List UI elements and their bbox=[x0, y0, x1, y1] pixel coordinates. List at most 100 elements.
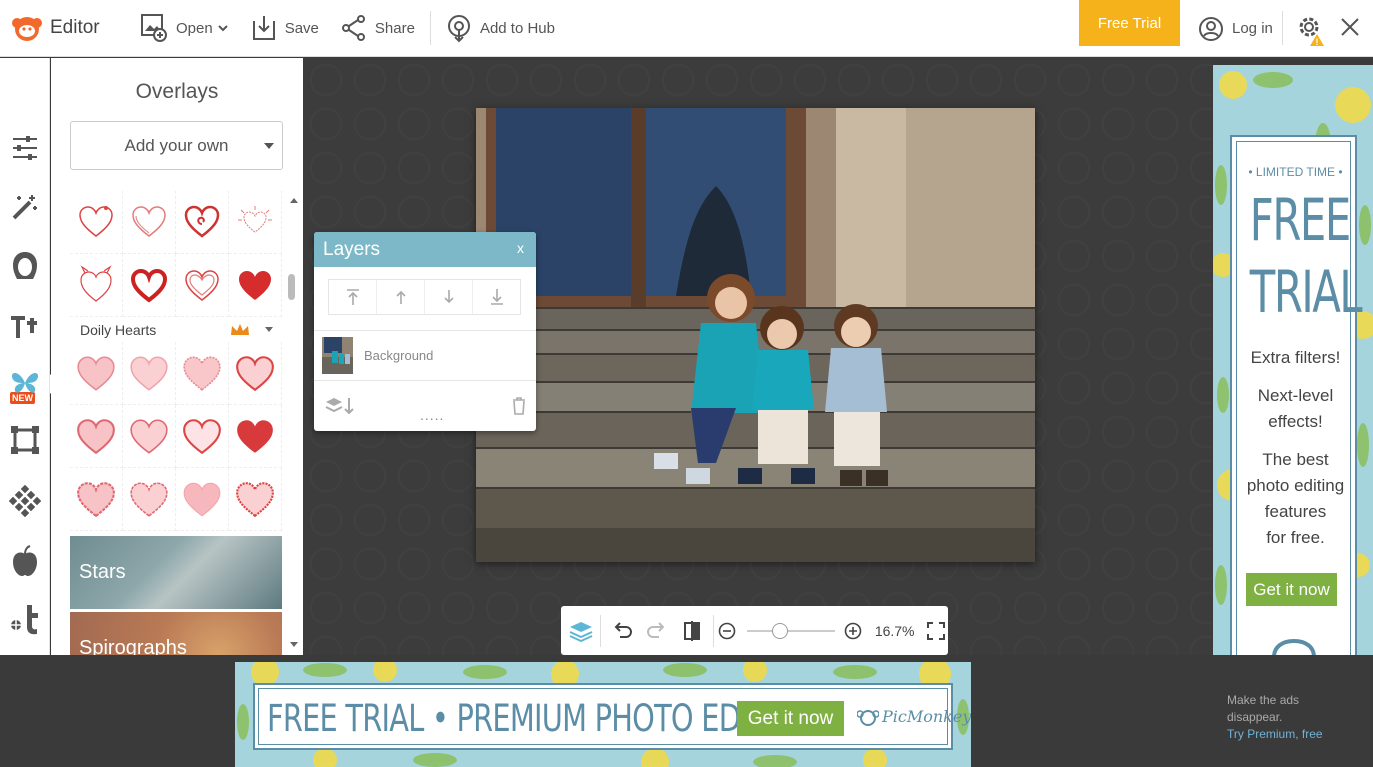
heart-double-outline-icon bbox=[185, 270, 219, 301]
overlay-item[interactable] bbox=[229, 468, 282, 531]
fullscreen-icon bbox=[927, 621, 946, 640]
canvas-photo[interactable] bbox=[476, 108, 1035, 562]
doily-heart-icon bbox=[183, 419, 221, 455]
rail-item-text[interactable] bbox=[8, 310, 42, 344]
bottom-ad-get-it-now-button[interactable]: Get it now bbox=[737, 701, 844, 736]
category-tile-label: Stars bbox=[79, 561, 126, 583]
overlay-item[interactable] bbox=[176, 342, 229, 405]
overlay-item[interactable] bbox=[123, 191, 176, 254]
overlay-item[interactable] bbox=[176, 254, 229, 317]
overlay-item[interactable] bbox=[70, 254, 123, 317]
bring-forward-button[interactable] bbox=[377, 280, 425, 314]
layers-drag-handle[interactable]: ..... bbox=[420, 407, 444, 423]
overlay-item[interactable] bbox=[123, 468, 176, 531]
right-ad-banner[interactable]: • LIMITED TIME • FREE TRIAL Extra filter… bbox=[1213, 65, 1373, 655]
open-button[interactable]: Open bbox=[129, 0, 240, 57]
add-to-hub-button[interactable]: Add to Hub bbox=[435, 0, 566, 57]
category-tile-stars[interactable]: Stars bbox=[70, 536, 282, 609]
login-button[interactable]: Log in bbox=[1198, 0, 1273, 57]
overlay-item[interactable] bbox=[123, 342, 176, 405]
share-button[interactable]: Share bbox=[330, 0, 426, 57]
arrow-up-icon bbox=[395, 290, 406, 304]
overlay-item[interactable] bbox=[176, 468, 229, 531]
photo-image bbox=[476, 108, 1035, 562]
heart-bold-outline-icon bbox=[130, 268, 168, 303]
heart-outline-icon bbox=[132, 206, 166, 237]
overlay-item[interactable] bbox=[229, 342, 282, 405]
layers-close-button[interactable]: x bbox=[517, 240, 524, 256]
send-backward-button[interactable] bbox=[425, 280, 473, 314]
rail-item-frames[interactable] bbox=[8, 423, 42, 457]
zoom-slider-knob[interactable] bbox=[772, 622, 789, 639]
overlay-item[interactable] bbox=[70, 191, 123, 254]
zoom-out-button[interactable] bbox=[714, 606, 741, 655]
close-icon[interactable] bbox=[1339, 15, 1361, 39]
layers-header[interactable]: Layers x bbox=[314, 232, 536, 267]
overlays-scrollbar[interactable] bbox=[284, 190, 298, 654]
user-icon bbox=[1199, 16, 1223, 41]
svg-text:!: ! bbox=[1316, 37, 1319, 46]
rail-item-themes[interactable] bbox=[8, 544, 42, 578]
category-row-doily-hearts[interactable]: Doily Hearts bbox=[70, 317, 282, 342]
settings-gear-warning-icon[interactable]: ! bbox=[1295, 12, 1327, 46]
overlay-item[interactable] bbox=[70, 468, 123, 531]
try-premium-link[interactable]: Try Premium, free bbox=[1227, 726, 1367, 743]
bring-to-front-button[interactable] bbox=[329, 280, 377, 314]
overlay-item[interactable] bbox=[70, 342, 123, 405]
bottom-ad-headline: FREE TRIAL • PREMIUM PHOTO EDITOR bbox=[267, 697, 807, 740]
overlay-item[interactable] bbox=[176, 191, 229, 254]
overlay-item[interactable] bbox=[70, 405, 123, 468]
themes-apple-icon bbox=[13, 545, 37, 576]
app-logo[interactable]: Editor bbox=[10, 11, 120, 45]
fullscreen-button[interactable] bbox=[925, 606, 949, 655]
rail-item-overlays[interactable] bbox=[8, 366, 42, 400]
scroll-thumb[interactable] bbox=[288, 274, 295, 300]
overlay-item[interactable] bbox=[123, 254, 176, 317]
overlay-item[interactable] bbox=[229, 191, 282, 254]
layer-item-background[interactable]: Background bbox=[314, 330, 536, 381]
zoom-out-icon bbox=[719, 622, 736, 639]
zoom-in-button[interactable] bbox=[841, 606, 865, 655]
compare-button[interactable] bbox=[672, 606, 713, 655]
doily-heart-icon bbox=[236, 356, 274, 392]
layer-name: Background bbox=[364, 348, 434, 363]
ad-note-line1: Make the ads bbox=[1227, 693, 1300, 707]
redo-button[interactable] bbox=[642, 606, 671, 655]
undo-button[interactable] bbox=[601, 606, 642, 655]
overlay-item[interactable] bbox=[229, 254, 282, 317]
category-tile-spirographs[interactable]: Spirographs bbox=[70, 612, 282, 655]
scroll-down-arrow-icon[interactable] bbox=[290, 642, 298, 647]
overlay-item[interactable] bbox=[229, 405, 282, 468]
overlays-panel: Overlays Add your own Doily Hearts Stars… bbox=[51, 58, 303, 655]
rail-item-textures[interactable] bbox=[8, 484, 42, 518]
ad-get-it-now-button[interactable]: Get it now bbox=[1246, 573, 1337, 606]
rail-item-adjust[interactable] bbox=[8, 131, 42, 165]
graphics-icon bbox=[9, 605, 38, 635]
scroll-up-arrow-icon[interactable] bbox=[290, 198, 298, 203]
overlay-item[interactable] bbox=[176, 405, 229, 468]
doily-heart-icon bbox=[183, 482, 221, 517]
collapse-caret-icon bbox=[265, 327, 273, 332]
category-label: Doily Hearts bbox=[80, 321, 157, 338]
effects-wand-icon bbox=[12, 195, 37, 220]
category-tile-label: Spirographs bbox=[79, 637, 187, 655]
layers-toggle-button[interactable] bbox=[561, 606, 600, 655]
ad-free-headline: FREE bbox=[1249, 186, 1351, 254]
save-button[interactable]: Save bbox=[240, 0, 330, 57]
zoom-slider[interactable] bbox=[747, 622, 836, 639]
brand-name: PicMonkey bbox=[882, 707, 971, 726]
send-to-back-button[interactable] bbox=[473, 280, 520, 314]
add-your-own-dropdown[interactable]: Add your own bbox=[70, 121, 283, 170]
bottom-ad-banner[interactable]: FREE TRIAL • PREMIUM PHOTO EDITOR Get it… bbox=[235, 662, 971, 767]
free-trial-button[interactable]: Free Trial bbox=[1079, 0, 1180, 46]
layers-stack-icon bbox=[569, 621, 592, 642]
merge-layers-icon[interactable] bbox=[324, 395, 356, 417]
overlays-butterfly-icon bbox=[11, 373, 39, 393]
open-image-icon bbox=[141, 14, 167, 42]
overlay-item[interactable] bbox=[123, 405, 176, 468]
rail-item-effects[interactable] bbox=[8, 190, 42, 224]
trash-icon[interactable] bbox=[512, 397, 526, 415]
adjust-sliders-icon bbox=[13, 136, 37, 160]
rail-item-graphics[interactable] bbox=[8, 602, 42, 636]
rail-item-touch-up[interactable] bbox=[8, 249, 42, 283]
